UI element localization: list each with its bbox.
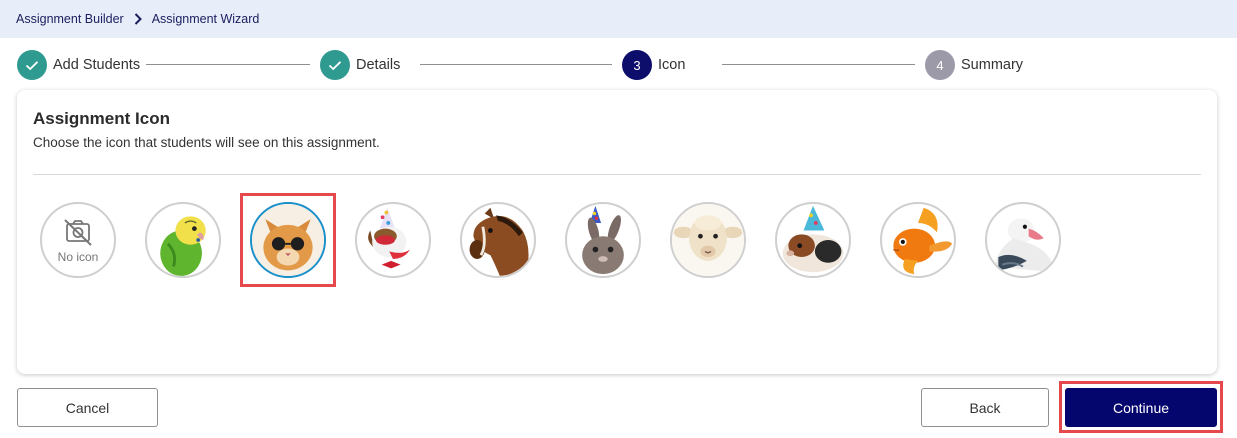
breadcrumb-assignment-builder[interactable]: Assignment Builder <box>16 12 124 26</box>
step-label: Details <box>356 57 401 73</box>
step-icon: 3 Icon <box>622 48 685 82</box>
step-label: Summary <box>961 57 1024 73</box>
step-connector <box>146 64 310 65</box>
wizard-stepper: Add Students Details 3 Icon 4 Summary <box>0 48 1237 82</box>
step-label: Add Students <box>53 57 141 73</box>
dog-party-hat-icon <box>368 207 411 269</box>
card-title: Assignment Icon <box>33 109 170 128</box>
icon-option-horse[interactable] <box>460 202 536 278</box>
breadcrumb: Assignment Builder Assignment Wizard <box>0 0 1237 38</box>
icon-option-bunny-party-hat[interactable] <box>565 202 641 278</box>
step-details[interactable]: Details <box>320 48 400 82</box>
step-add-students[interactable]: Add Students <box>17 48 140 82</box>
step-number: 4 <box>925 50 955 80</box>
step-connector <box>722 64 915 65</box>
back-button[interactable]: Back <box>921 388 1049 427</box>
step-label: Icon <box>658 57 686 73</box>
no-camera-icon <box>64 218 92 246</box>
icon-option-guinea-pig-party-hat[interactable] <box>775 202 851 278</box>
check-icon <box>320 50 350 80</box>
horse-icon <box>469 207 529 276</box>
icon-option-duck[interactable] <box>985 202 1061 278</box>
check-icon <box>17 50 47 80</box>
step-summary: 4 Summary <box>925 48 1023 82</box>
cancel-button[interactable]: Cancel <box>17 388 158 427</box>
goldfish-icon <box>893 207 953 275</box>
duck-icon <box>994 218 1054 273</box>
chevron-right-icon <box>134 13 142 25</box>
continue-button[interactable]: Continue <box>1065 388 1217 427</box>
assignment-icon-card: Assignment Icon Choose the icon that stu… <box>17 90 1217 374</box>
guinea-pig-party-hat-icon <box>782 205 844 273</box>
step-number: 3 <box>622 50 652 80</box>
divider <box>33 174 1201 175</box>
icon-option-goldfish[interactable] <box>880 202 956 278</box>
sheep-icon <box>672 204 744 276</box>
icon-option-dog-party-hat[interactable] <box>355 202 431 278</box>
no-icon-label: No icon <box>57 249 99 264</box>
icon-option-cat-sunglasses[interactable] <box>250 202 326 278</box>
cat-sunglasses-icon <box>252 204 324 276</box>
icon-option-sheep[interactable] <box>670 202 746 278</box>
budgie-icon <box>160 216 206 276</box>
bunny-party-hat-icon <box>582 205 624 275</box>
card-description: Choose the icon that students will see o… <box>33 135 380 150</box>
icon-option-no-icon[interactable]: No icon <box>40 202 116 278</box>
step-connector <box>420 64 612 65</box>
icon-option-budgie[interactable] <box>145 202 221 278</box>
breadcrumb-assignment-wizard: Assignment Wizard <box>151 12 260 26</box>
